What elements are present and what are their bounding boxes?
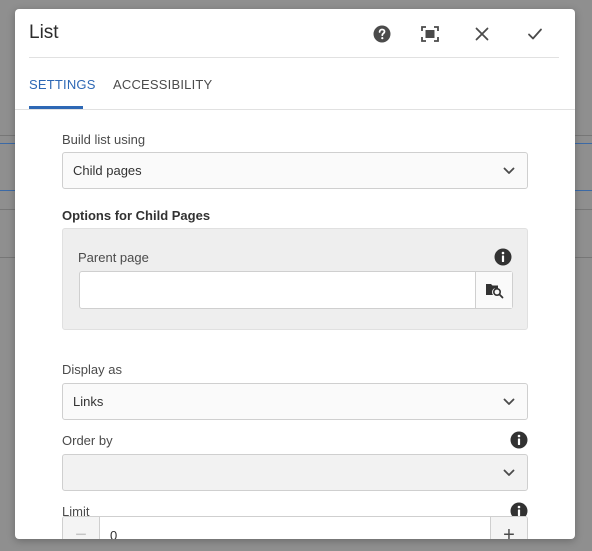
chevron-down-icon xyxy=(503,398,515,405)
chevron-down-icon xyxy=(503,469,515,476)
increment-button[interactable]: + xyxy=(490,517,527,539)
limit-input[interactable] xyxy=(100,517,490,539)
header-divider xyxy=(29,57,559,58)
fullscreen-icon xyxy=(421,26,439,42)
chevron-down-icon xyxy=(503,167,515,174)
order-by-select[interactable] xyxy=(62,454,528,491)
display-as-value: Links xyxy=(73,394,104,409)
parent-page-input[interactable] xyxy=(80,272,476,308)
help-icon xyxy=(373,25,391,43)
display-as-select[interactable]: Links xyxy=(62,383,528,420)
dialog-title: List xyxy=(29,22,59,43)
info-icon[interactable] xyxy=(510,431,528,449)
browse-button[interactable] xyxy=(475,272,512,308)
dialog-header: List xyxy=(15,9,575,59)
build-list-select[interactable]: Child pages xyxy=(62,152,528,189)
decrement-button[interactable]: − xyxy=(63,517,100,539)
child-pages-panel: Parent page xyxy=(62,228,528,330)
close-button[interactable] xyxy=(471,23,493,45)
fullscreen-button[interactable] xyxy=(419,23,441,45)
checkmark-icon xyxy=(528,28,542,40)
list-dialog: List SETTINGS ACCESSIBILITY Build list u… xyxy=(15,9,575,539)
display-as-label: Display as xyxy=(62,362,122,377)
browse-folder-icon xyxy=(485,283,503,298)
child-pages-heading: Options for Child Pages xyxy=(62,208,211,223)
limit-stepper: − + xyxy=(62,516,528,539)
tab-accessibility[interactable]: ACCESSIBILITY xyxy=(113,77,212,92)
tabs-divider xyxy=(15,109,575,110)
info-icon[interactable] xyxy=(494,248,512,266)
tab-settings[interactable]: SETTINGS xyxy=(29,77,96,92)
parent-page-label: Parent page xyxy=(78,250,149,265)
build-list-value: Child pages xyxy=(73,163,142,178)
build-list-label: Build list using xyxy=(62,132,146,147)
order-by-label: Order by xyxy=(62,433,113,448)
help-button[interactable] xyxy=(371,23,393,45)
close-icon xyxy=(475,27,489,41)
parent-page-field xyxy=(79,271,513,309)
done-button[interactable] xyxy=(524,23,546,45)
